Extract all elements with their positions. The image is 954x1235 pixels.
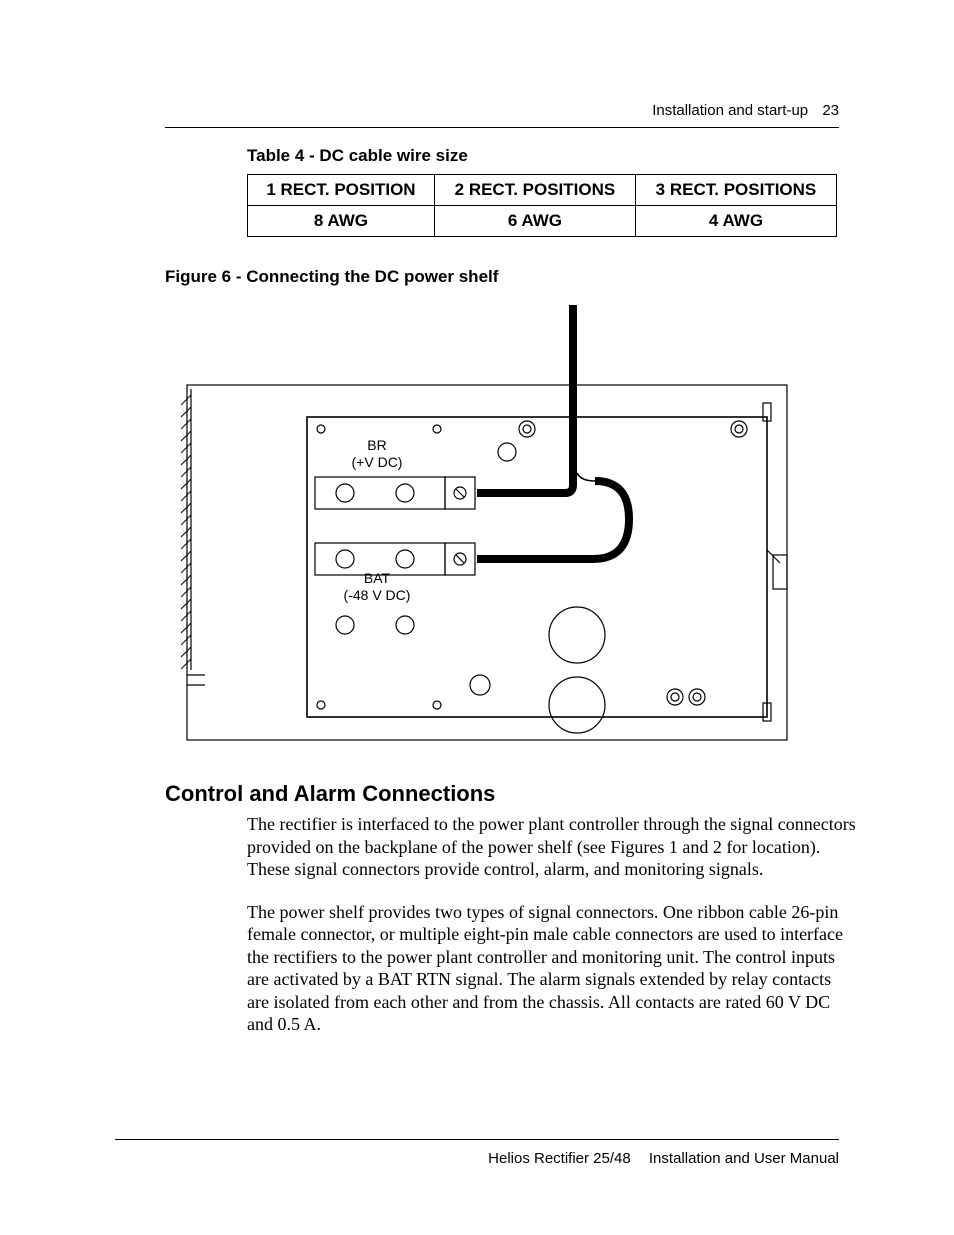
paragraph: The rectifier is interfaced to the power… [247, 813, 857, 881]
figure-6-diagram: .ln{stroke:#000;stroke-width:1.2;fill:no… [177, 305, 797, 745]
table-header-row: 1 RECT. POSITION 2 RECT. POSITIONS 3 REC… [248, 175, 837, 206]
br-sub-label: (+V DC) [352, 454, 403, 470]
table-cell: 8 AWG [248, 206, 435, 237]
table-4: 1 RECT. POSITION 2 RECT. POSITIONS 3 REC… [247, 174, 837, 237]
bat-label: BAT [364, 570, 391, 586]
body-text: The rectifier is interfaced to the power… [247, 813, 857, 1036]
footer-left: Helios Rectifier 25/48 [488, 1150, 631, 1167]
table-header-cell: 2 RECT. POSITIONS [434, 175, 635, 206]
table-cell: 6 AWG [434, 206, 635, 237]
paragraph: The power shelf provides two types of si… [247, 901, 857, 1036]
hatching [181, 395, 191, 669]
table-cell: 4 AWG [635, 206, 836, 237]
table-4-caption: Table 4 - DC cable wire size [247, 146, 839, 166]
section-title: Installation and start-up [652, 102, 808, 119]
footer-right: Installation and User Manual [649, 1150, 839, 1167]
running-header: Installation and start-up 23 [652, 102, 839, 119]
figure-6-caption: Figure 6 - Connecting the DC power shelf [165, 267, 839, 287]
footer: Helios Rectifier 25/48 Installation and … [488, 1150, 839, 1167]
page-number: 23 [822, 102, 839, 119]
section-heading: Control and Alarm Connections [165, 781, 839, 807]
bat-sub-label: (-48 V DC) [344, 587, 411, 603]
footer-rule [115, 1139, 839, 1140]
header-rule [165, 127, 839, 128]
table-header-cell: 3 RECT. POSITIONS [635, 175, 836, 206]
br-label: BR [367, 437, 386, 453]
table-row: 8 AWG 6 AWG 4 AWG [248, 206, 837, 237]
table-header-cell: 1 RECT. POSITION [248, 175, 435, 206]
